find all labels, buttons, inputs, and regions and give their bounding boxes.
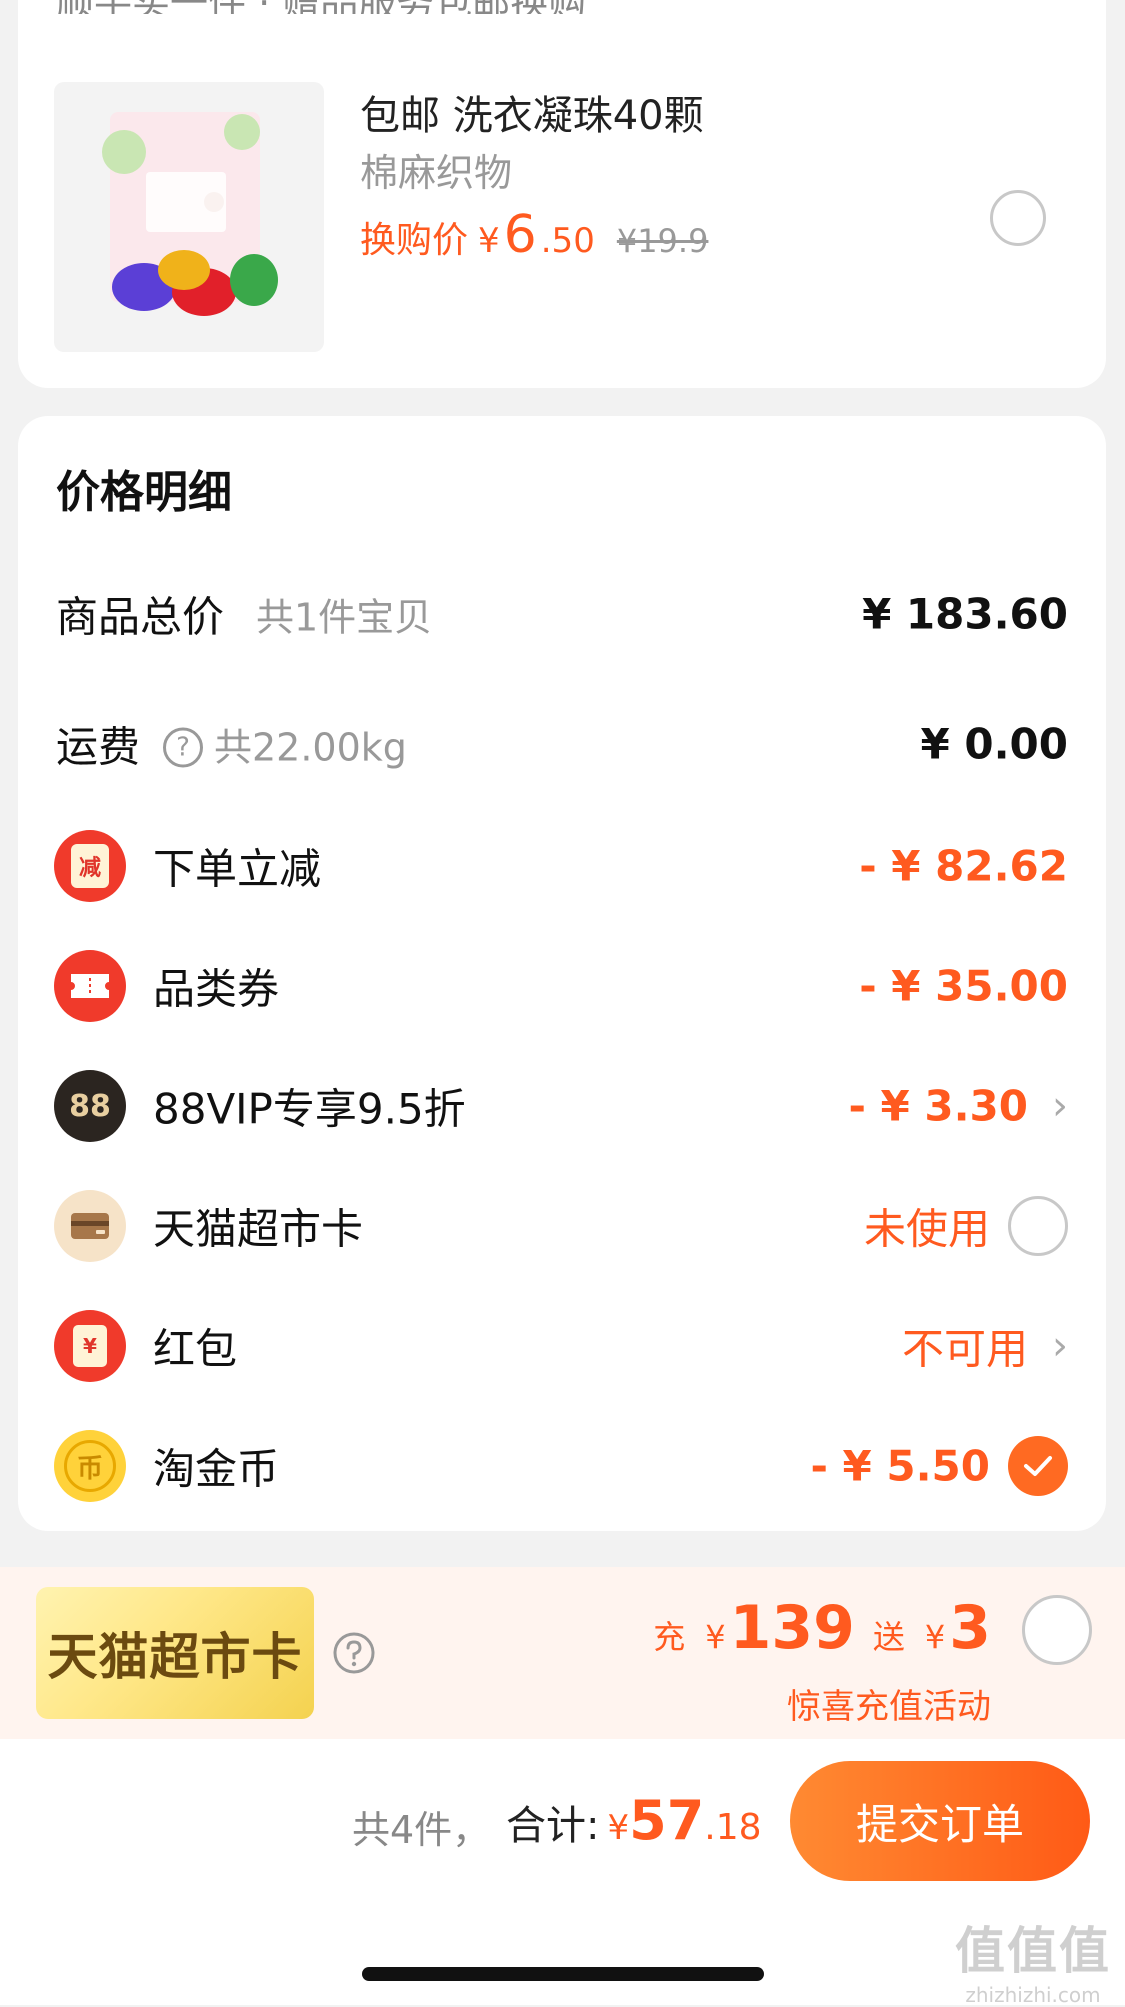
instant-discount-label: 下单立减 [153,844,322,894]
red-packet-icon: ¥ [54,1310,126,1382]
price-detail-card: 价格明细 商品总价 共1件宝贝 ¥ 183.60 运费 ? 共22.00kg ¥… [18,416,1106,1531]
recharge-offer: 充 ¥ 139 送 ¥ 3 [653,1593,991,1663]
addon-select-radio[interactable] [990,190,1046,246]
submit-order-button[interactable]: 提交订单 [790,1761,1090,1881]
shipping-weight: 共22.00kg [214,725,407,770]
recharge-radio[interactable] [1022,1595,1092,1665]
shipping-help-icon[interactable]: ? [163,721,203,768]
price-currency: ¥ [478,221,500,261]
chevron-right-icon: › [1052,1083,1068,1129]
tao-coins-label: 淘金币 [153,1444,280,1494]
vip-88-icon: 88 [54,1070,126,1142]
category-coupon-label: 品类券 [153,964,280,1014]
goods-count: 共1件宝贝 [256,595,433,640]
instant-discount-row: 减 下单立减 - ¥ 82.62 [18,826,1106,906]
category-coupon-amount: - ¥ 35.00 [859,961,1068,1011]
addon-section-title: 顺手买一件 · 赠品服务包邮换购 [56,0,756,14]
goods-total-amount: ¥ 183.60 [862,589,1068,639]
vip-discount-label: 88VIP专享9.5折 [153,1084,466,1134]
shipping-label: 运费 [56,722,141,772]
market-card-label: 天猫超市卡 [153,1204,364,1254]
market-card-radio[interactable] [1008,1196,1068,1256]
coin-icon: 币 [54,1430,126,1502]
instant-discount-amount: - ¥ 82.62 [859,841,1068,891]
check-icon [1024,1456,1052,1476]
product-price: 换购价 ¥ 6 .50 ¥19.9 [360,205,708,265]
red-packet-status: 不可用 [901,1324,1028,1374]
shipping-row: 运费 ? 共22.00kg ¥ 0.00 [18,704,1106,784]
red-packet-label: 红包 [153,1324,238,1374]
tao-coins-row[interactable]: 币 淘金币 - ¥ 5.50 [18,1426,1106,1506]
red-packet-row[interactable]: ¥ 红包 不可用 › [18,1306,1106,1386]
market-card-status: 未使用 [863,1204,990,1254]
total-label: 合计: [506,1803,600,1849]
home-indicator[interactable] [362,1967,764,1981]
tao-coins-checkbox[interactable] [1008,1436,1068,1496]
category-coupon-row: 品类券 - ¥ 35.00 [18,946,1106,1026]
watermark: 值值值 zhizhizhi.com [955,1922,1111,2007]
tao-coins-amount: - ¥ 5.50 [810,1441,990,1491]
recharge-activity-text: 惊喜充值活动 [787,1687,991,1727]
order-total: 合计: ¥ 57 .18 [506,1789,762,1852]
help-icon[interactable] [1026,0,1066,26]
ticket-icon [54,950,126,1022]
chevron-right-icon: › [1052,1323,1068,1369]
price-detail-title: 价格明细 [56,467,232,518]
market-card-row[interactable]: 天猫超市卡 未使用 [18,1186,1106,1266]
checkout-footer: 共4件， 合计: ¥ 57 .18 提交订单 值值值 zhizhizhi.com [0,1739,1125,2007]
addon-product-card: 顺手买一件 · 赠品服务包邮换购 包邮 洗衣凝珠40颗 棉麻织物 换购价 ¥ 6… [18,0,1106,388]
product-image[interactable] [54,82,324,352]
product-title[interactable]: 包邮 洗衣凝珠40颗 [360,83,704,141]
recharge-promo-bar: 天猫超市卡 充 ¥ 139 送 ¥ 3 惊喜充值活动 [0,1567,1125,1739]
original-price: ¥19.9 [616,222,709,260]
vip-discount-row[interactable]: 88 88VIP专享9.5折 - ¥ 3.30 › [18,1066,1106,1146]
market-card-banner[interactable]: 天猫超市卡 [36,1587,314,1719]
price-integer: 6 [503,205,537,265]
help-icon[interactable] [332,1631,376,1675]
card-icon [54,1190,126,1262]
price-decimal: .50 [540,221,595,261]
goods-total-label: 商品总价 [56,592,225,642]
item-count: 共4件， [352,1808,491,1852]
instant-discount-icon: 减 [54,830,126,902]
price-label: 换购价 [360,220,469,261]
shipping-amount: ¥ 0.00 [920,719,1068,769]
goods-total-row: 商品总价 共1件宝贝 ¥ 183.60 [18,574,1106,654]
vip-discount-amount: - ¥ 3.30 [848,1081,1028,1131]
product-subtitle: 棉麻织物 [360,151,513,195]
